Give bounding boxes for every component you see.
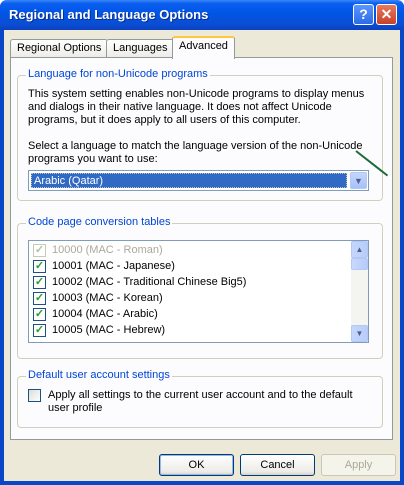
apply-default-user-label[interactable]: Apply all settings to the current user a… <box>48 389 368 415</box>
scroll-down-icon[interactable]: ▼ <box>351 325 368 342</box>
tab-panel-advanced: Language for non-Unicode programs This s… <box>10 57 393 440</box>
code-page-label: 10000 (MAC - Roman) <box>52 244 163 256</box>
code-page-label: 10005 (MAC - Hebrew) <box>52 324 166 336</box>
close-button[interactable]: ✕ <box>376 4 397 25</box>
code-page-label: 10003 (MAC - Korean) <box>52 292 163 304</box>
checkbox-checked-icon[interactable]: ✓ <box>33 324 46 337</box>
checkbox-checked-icon[interactable]: ✓ <box>33 308 46 321</box>
checkbox-checked-icon[interactable]: ✓ <box>33 260 46 273</box>
chevron-down-icon[interactable]: ▼ <box>350 172 367 189</box>
default-user-legend: Default user account settings <box>26 369 172 381</box>
checkbox-checked-icon[interactable]: ✓ <box>33 244 46 257</box>
apply-default-user-checkbox[interactable] <box>28 389 41 402</box>
code-page-legend: Code page conversion tables <box>26 216 173 228</box>
window-title: Regional and Language Options <box>9 7 209 22</box>
language-dropdown[interactable]: Arabic (Qatar) ▼ <box>28 170 369 191</box>
checkbox-checked-icon[interactable]: ✓ <box>33 276 46 289</box>
code-page-label: 10004 (MAC - Arabic) <box>52 308 158 320</box>
non-unicode-legend: Language for non-Unicode programs <box>26 68 210 80</box>
tab-advanced[interactable]: Advanced <box>172 36 235 59</box>
title-bar[interactable]: Regional and Language Options ? ✕ <box>0 0 404 30</box>
tab-languages[interactable]: Languages <box>106 39 175 58</box>
code-page-list[interactable]: ✓ 10000 (MAC - Roman) ✓ 10001 (MAC - Jap… <box>28 240 369 343</box>
code-page-label: 10002 (MAC - Traditional Chinese Big5) <box>52 276 247 288</box>
apply-button[interactable]: Apply <box>321 454 396 476</box>
default-user-group: Default user account settings Apply all … <box>17 369 383 428</box>
cancel-button[interactable]: Cancel <box>240 454 315 476</box>
dialog-window: Regional and Language Options ? ✕ Region… <box>0 0 404 485</box>
code-page-group: Code page conversion tables ✓ 10000 (MAC… <box>17 216 383 359</box>
ok-button[interactable]: OK <box>159 454 234 476</box>
non-unicode-group: Language for non-Unicode programs This s… <box>17 68 383 201</box>
code-page-label: 10001 (MAC - Japanese) <box>52 260 175 272</box>
language-dropdown-value: Arabic (Qatar) <box>31 173 347 188</box>
scroll-up-icon[interactable]: ▲ <box>351 241 368 258</box>
list-scrollbar[interactable]: ▲ ▼ <box>351 241 368 342</box>
checkbox-checked-icon[interactable]: ✓ <box>33 292 46 305</box>
scroll-thumb[interactable] <box>351 258 368 270</box>
help-button[interactable]: ? <box>353 4 374 25</box>
select-language-prompt: Select a language to match the language … <box>28 140 363 165</box>
non-unicode-description: This system setting enables non-Unicode … <box>28 88 365 126</box>
tab-regional-options[interactable]: Regional Options <box>10 39 109 58</box>
